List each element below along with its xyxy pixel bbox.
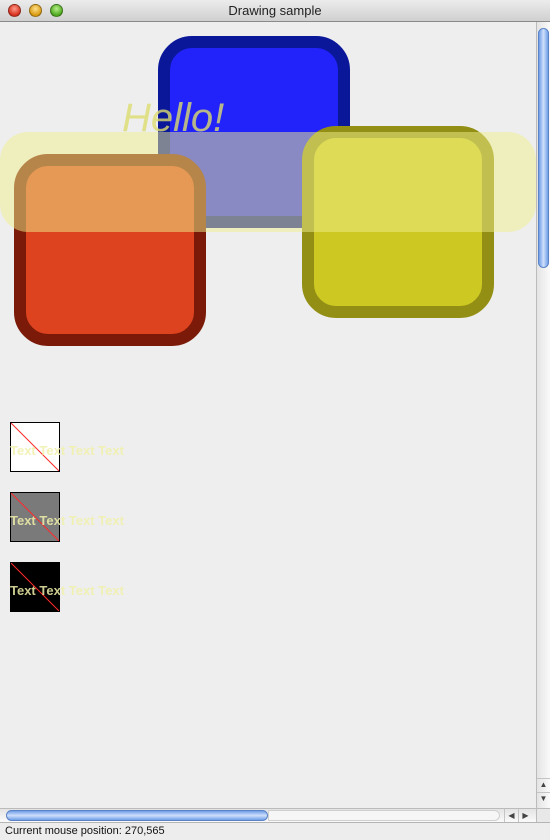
horizontal-scroll-track[interactable] [268,810,500,821]
scroll-right-icon[interactable]: ▶ [518,809,532,822]
vertical-scrollbar[interactable]: ▲ ▼ [536,22,550,808]
horizontal-scroll-thumb[interactable] [6,810,268,821]
horizontal-scrollbar[interactable]: ◀ ▶ [0,808,536,822]
window-titlebar[interactable]: Drawing sample [0,0,550,22]
sample-text-3: Text Text Text Text [10,583,124,598]
sample-text-2: Text Text Text Text [10,513,124,528]
drawing-canvas[interactable]: Hello! Text Text Text Text Text Text Tex… [0,22,536,808]
sample-text-1: Text Text Text Text [10,443,124,458]
translucent-yellow-band [0,132,536,232]
vertical-scroll-thumb[interactable] [538,28,549,268]
status-bar: Current mouse position: 270,565 [0,822,550,840]
scroll-left-icon[interactable]: ◀ [504,809,518,822]
scroll-up-icon[interactable]: ▲ [537,778,550,790]
hello-text: Hello! [122,96,225,140]
mouse-position-status: Current mouse position: 270,565 [5,825,165,837]
scrollbar-corner [536,808,550,822]
window-title: Drawing sample [228,3,322,18]
scroll-down-icon[interactable]: ▼ [537,792,550,804]
